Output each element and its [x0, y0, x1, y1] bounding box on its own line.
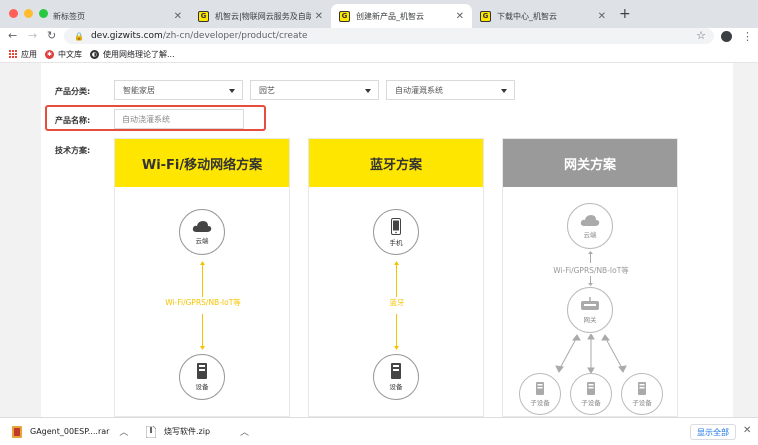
close-tab-icon[interactable]: ✕ — [315, 11, 323, 22]
down-arrow-icon — [200, 314, 205, 350]
bookmarks-bar: 应用 ✱ 中文库 ◐ 使用网络理论了解... — [0, 46, 758, 63]
close-window-button[interactable] — [9, 9, 18, 18]
cloud-icon — [192, 220, 212, 232]
new-tab-plus-icon[interactable]: + — [619, 6, 631, 22]
card-title: 网关方案 — [503, 139, 677, 187]
tech-label: 技术方案: — [55, 146, 91, 155]
name-label: 产品名称: — [55, 116, 91, 125]
profile-avatar-icon[interactable] — [721, 31, 732, 42]
device-node: 设备 — [373, 354, 419, 400]
bookmark-apps[interactable]: 应用 — [9, 49, 37, 60]
sub-device-node: 子设备 — [570, 373, 612, 415]
down-arrow-icon — [394, 314, 399, 350]
zip-file-icon — [146, 425, 156, 438]
up-arrow-icon — [394, 261, 399, 297]
caret-down-icon — [501, 89, 507, 93]
bookmark-star-icon[interactable]: ☆ — [696, 29, 706, 42]
card-title: Wi-Fi/移动网络方案 — [115, 139, 289, 187]
back-arrow-icon[interactable]: ← — [8, 29, 17, 42]
download-bar: GAgent_00ESP....rar ︿ 烧写软件.zip ︿ 显示全部 ✕ — [0, 417, 758, 445]
down-arrow-icon — [588, 276, 593, 286]
gateway-node: 网关 — [567, 287, 613, 333]
close-tab-icon[interactable]: ✕ — [598, 11, 606, 22]
download-item-zip[interactable]: 烧写软件.zip ︿ — [146, 425, 249, 438]
card-title: 蓝牙方案 — [309, 139, 483, 187]
device-icon — [536, 381, 544, 395]
gateway-branch-arrows — [555, 334, 627, 374]
address-bar[interactable]: 🔒 dev.gizwits.com/zh-cn/developer/produc… — [64, 28, 714, 44]
tab-download-center[interactable]: G 下载中心_机智云 ✕ — [472, 4, 614, 28]
phone-icon — [391, 217, 401, 235]
apps-grid-icon — [9, 50, 17, 58]
close-download-bar-icon[interactable]: ✕ — [743, 425, 751, 436]
device-node: 设备 — [179, 354, 225, 400]
device-icon — [638, 381, 646, 395]
chevron-up-icon[interactable]: ︿ — [240, 425, 249, 438]
minimize-window-button[interactable] — [24, 9, 33, 18]
phone-node: 手机 — [373, 209, 419, 255]
browser-toolbar: ← → ↻ 🔒 dev.gizwits.com/zh-cn/developer/… — [0, 28, 758, 46]
show-all-downloads-button[interactable]: 显示全部 — [690, 424, 736, 440]
product-name-input[interactable]: 自动浇灌系统 — [114, 109, 244, 129]
device-icon — [391, 363, 401, 379]
gizwits-favicon-icon: G — [339, 10, 350, 22]
category-select-3[interactable]: 自动灌溉系统 — [386, 80, 515, 100]
gizwits-favicon-icon: G — [480, 10, 491, 22]
chevron-up-icon[interactable]: ︿ — [119, 425, 128, 438]
sub-device-node: 子设备 — [621, 373, 663, 415]
download-item-rar[interactable]: GAgent_00ESP....rar ︿ — [12, 425, 128, 438]
connection-label: Wi-Fi/GPRS/NB-IoT等 — [553, 266, 629, 275]
caret-down-icon — [365, 89, 371, 93]
bookmark-network-theory[interactable]: ◐ 使用网络理论了解... — [90, 49, 175, 60]
wifi-solution-card[interactable]: Wi-Fi/移动网络方案 云端 Wi-Fi/GPRS/NB-IoT等 设备 — [114, 138, 290, 417]
sub-device-node: 子设备 — [519, 373, 561, 415]
window-controls — [9, 9, 48, 18]
gateway-solution-card[interactable]: 网关方案 云端 Wi-Fi/GPRS/NB-IoT等 网关 子设备 子设备 子设… — [502, 138, 678, 417]
reload-icon[interactable]: ↻ — [47, 29, 56, 42]
tab-gizwits-home[interactable]: G 机智云|物联网云服务及自助开发 ✕ — [190, 4, 331, 28]
tab-new-tab[interactable]: 新标签页 ✕ — [45, 4, 190, 28]
globe-icon: ◐ — [90, 49, 99, 59]
up-arrow-icon — [200, 261, 205, 297]
device-icon — [587, 381, 595, 395]
more-menu-icon[interactable]: ⋮ — [742, 30, 753, 43]
xinhua-badge-icon: ✱ — [45, 49, 54, 59]
tab-strip: 新标签页 ✕ G 机智云|物联网云服务及自助开发 ✕ G 创建新产品_机智云 ✕… — [0, 0, 758, 28]
connection-label: Wi-Fi/GPRS/NB-IoT等 — [165, 298, 241, 307]
gizwits-favicon-icon: G — [198, 10, 209, 22]
cloud-node: 云端 — [179, 209, 225, 255]
forward-arrow-icon[interactable]: → — [28, 29, 37, 42]
connection-label: 蓝牙 — [389, 298, 405, 307]
cloud-node: 云端 — [567, 203, 613, 249]
lock-icon: 🔒 — [74, 31, 84, 41]
url-text: dev.gizwits.com/zh-cn/developer/product/… — [90, 31, 308, 41]
close-tab-icon[interactable]: ✕ — [456, 11, 464, 22]
cloud-icon — [580, 214, 600, 226]
close-tab-icon[interactable]: ✕ — [174, 11, 182, 22]
tab-create-product[interactable]: G 创建新产品_机智云 ✕ — [331, 4, 472, 28]
category-select-2[interactable]: 园艺 — [250, 80, 379, 100]
rar-file-icon — [12, 425, 22, 438]
caret-down-icon — [229, 89, 235, 93]
bookmark-chinese-library[interactable]: ✱ 中文库 — [45, 49, 82, 60]
bluetooth-solution-card[interactable]: 蓝牙方案 手机 蓝牙 设备 — [308, 138, 484, 417]
device-icon — [197, 363, 207, 379]
category-select-1[interactable]: 智能家居 — [114, 80, 243, 100]
up-arrow-icon — [588, 251, 593, 263]
gateway-router-icon — [581, 297, 599, 310]
category-label: 产品分类: — [55, 87, 91, 96]
